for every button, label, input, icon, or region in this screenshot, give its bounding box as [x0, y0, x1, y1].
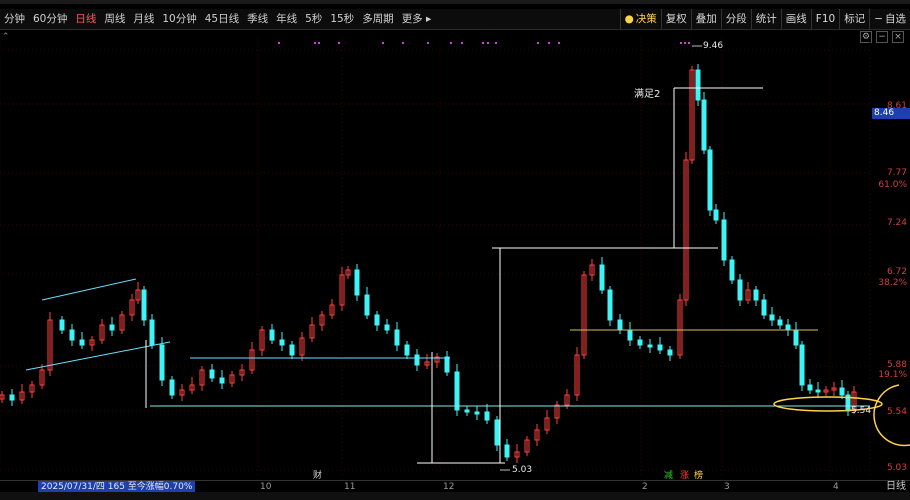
candle-body — [464, 409, 470, 413]
candle-body — [695, 69, 701, 101]
candle-body — [607, 289, 613, 321]
axis-label: 7.24 — [886, 218, 907, 228]
axis-label: 61.0% — [878, 180, 907, 190]
candle-body — [454, 371, 460, 411]
signal-dot — [558, 42, 560, 44]
signal-dot — [482, 42, 484, 44]
signal-dot — [487, 42, 489, 44]
signal-dot — [461, 42, 463, 44]
right-low-label: 5.54 — [851, 406, 872, 416]
candle-body — [269, 329, 275, 341]
candle-body — [799, 344, 805, 386]
candle-body — [737, 279, 743, 301]
candle-body — [79, 339, 85, 346]
axis-label: 7.77 — [886, 168, 907, 178]
candle-body — [701, 99, 707, 151]
candle-body — [494, 419, 500, 446]
candle-body — [761, 299, 767, 316]
candle-body — [657, 344, 663, 351]
candle-body — [374, 314, 380, 326]
candle-body — [599, 264, 605, 291]
kline-chart[interactable] — [0, 0, 910, 500]
status-strip — [0, 492, 910, 500]
candle-body — [627, 329, 633, 341]
candle-body — [484, 411, 490, 421]
candle-body — [354, 269, 360, 296]
candle-body — [69, 329, 75, 341]
axis-label: 6.72 — [886, 267, 907, 277]
axis-label: 5.03 — [886, 463, 907, 473]
candle-body — [707, 149, 713, 211]
candle-body — [504, 444, 510, 458]
candle-body — [793, 329, 799, 346]
candle-body — [384, 324, 390, 331]
candle-body — [9, 394, 15, 401]
low-label: 5.03 — [512, 465, 533, 475]
candle-body — [729, 259, 735, 281]
candle-body — [474, 411, 480, 415]
signal-dot — [450, 42, 452, 44]
candle-body — [109, 324, 115, 331]
candle-body — [637, 339, 643, 346]
signal-dot — [338, 42, 340, 44]
candle-body — [769, 314, 775, 321]
signal-dot — [382, 42, 384, 44]
candle-body — [59, 319, 65, 331]
candle-body — [721, 219, 727, 261]
candlesticks — [0, 64, 857, 463]
overlay-lines — [25, 45, 910, 471]
candle-body — [289, 344, 295, 356]
candle-body — [647, 344, 653, 348]
axis-label: 38.2% — [878, 278, 907, 288]
candle-body — [667, 349, 673, 356]
signal-dot — [688, 42, 690, 44]
signal-dot — [495, 42, 497, 44]
candle-body — [713, 209, 719, 221]
candle-body — [617, 319, 623, 331]
axis-label: 19.1% — [878, 370, 907, 380]
axis-label: 5.54 — [886, 407, 907, 417]
candle-body — [169, 379, 175, 396]
candle-body — [753, 289, 759, 301]
signal-dot — [402, 42, 404, 44]
axis-label: 5.88 — [886, 360, 907, 370]
candle-body — [807, 384, 813, 391]
candle-body — [404, 344, 410, 356]
signal-dots — [278, 42, 690, 44]
signal-dot — [427, 42, 429, 44]
grid-lines — [0, 38, 871, 478]
candle-body — [209, 369, 215, 379]
candle-body — [149, 319, 155, 346]
candle-body — [414, 354, 420, 366]
candle-body — [159, 344, 165, 381]
signal-dot — [318, 42, 320, 44]
signal-dot — [278, 42, 280, 44]
candle-body — [815, 389, 821, 393]
signal-dot — [680, 42, 682, 44]
manzu-label: 满足2 — [634, 89, 661, 100]
candle-body — [279, 339, 285, 346]
candle-body — [364, 294, 370, 316]
candle-body — [785, 324, 791, 331]
candle-body — [141, 289, 147, 321]
signal-dot — [537, 42, 539, 44]
candle-body — [394, 329, 400, 346]
candle-body — [444, 356, 450, 373]
axis-label: 8.61 — [886, 101, 907, 111]
signal-dot — [548, 42, 550, 44]
candle-body — [219, 377, 225, 384]
candle-body — [839, 387, 845, 396]
candle-body — [777, 319, 783, 326]
signal-dot — [684, 42, 686, 44]
high-label: 9.46 — [703, 41, 724, 51]
signal-dot — [314, 42, 316, 44]
